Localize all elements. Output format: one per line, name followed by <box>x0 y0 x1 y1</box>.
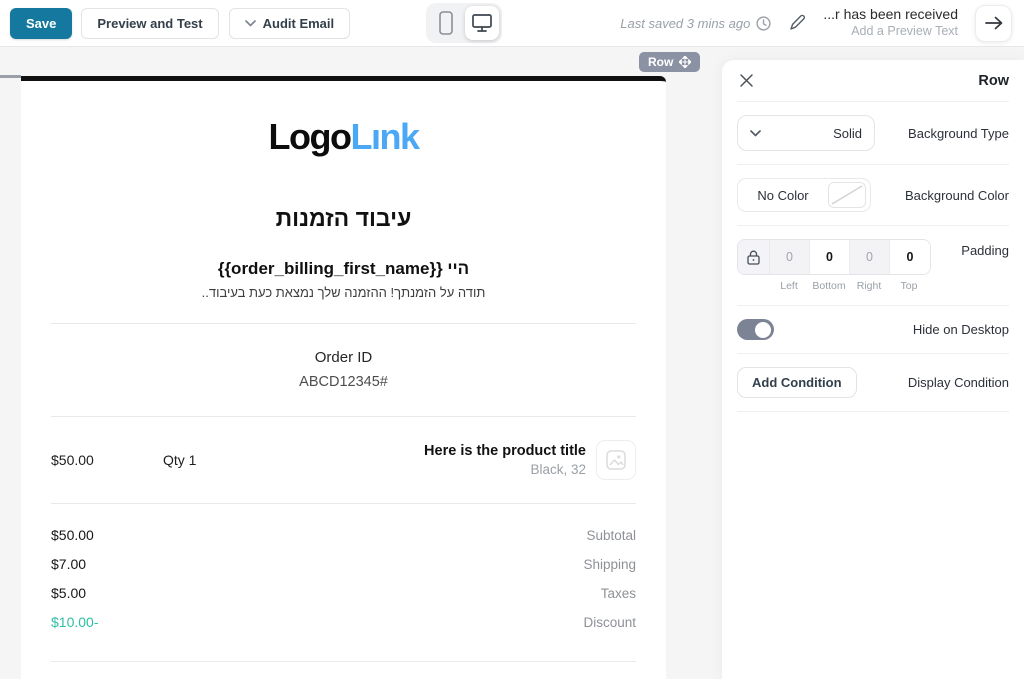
phone-icon <box>439 11 453 35</box>
padding-row: 0 0 0 0 Left Bottom Right Top Padding <box>737 226 1009 306</box>
email-greeting: היי {{order_billing_first_name}} <box>21 259 666 279</box>
chevron-down-icon <box>245 20 256 27</box>
last-saved-text: Last saved 3 mins ago <box>620 16 771 31</box>
add-preview-text-link[interactable]: Add a Preview Text <box>823 24 958 40</box>
display-condition-label: Display Condition <box>908 375 1009 390</box>
last-saved-label: Last saved 3 mins ago <box>620 16 750 31</box>
padding-bottom-label: Bottom <box>809 280 849 292</box>
subject-preview-block[interactable]: ...r has been received Add a Preview Tex… <box>823 6 958 39</box>
background-color-label: Background Color <box>905 188 1009 203</box>
panel-title: Row <box>978 73 1009 89</box>
audit-email-button[interactable]: Audit Email <box>229 8 351 39</box>
display-condition-row: Add Condition Display Condition <box>737 354 1009 412</box>
taxes-amount: $5.00 <box>51 585 86 601</box>
pencil-icon <box>788 14 806 32</box>
subtotal-label: Subtotal <box>586 528 636 543</box>
email-intro: תודה על הזמנתך! ההזמנה שלך נמצאת כעת בעי… <box>21 285 666 300</box>
row-badge-label: Row <box>648 55 673 69</box>
padding-left-label: Left <box>769 280 809 292</box>
product-info: Here is the product title Black, 32 <box>424 443 586 477</box>
greeting-variable: {{order_billing_first_name}} <box>218 259 443 278</box>
lock-icon <box>747 250 760 265</box>
product-title: Here is the product title <box>424 443 586 459</box>
totals-row-taxes: $5.00 Taxes <box>51 579 636 608</box>
padding-label: Padding <box>961 239 1009 258</box>
padding-field-labels: Left Bottom Right Top <box>769 280 931 292</box>
discount-label: Discount <box>583 615 636 630</box>
no-color-swatch-icon <box>828 182 866 208</box>
padding-left-input[interactable]: 0 <box>770 240 810 274</box>
background-type-select[interactable]: Solid <box>737 115 875 151</box>
email-builder-app: Save Preview and Test Audit Email Last <box>0 0 1024 679</box>
logo-text-black: Logo <box>269 116 351 157</box>
audit-email-label: Audit Email <box>263 16 335 31</box>
save-button[interactable]: Save <box>10 8 72 39</box>
background-type-value: Solid <box>833 126 862 141</box>
padding-link-button[interactable] <box>738 240 770 274</box>
padding-top-input[interactable]: 0 <box>890 240 930 274</box>
desktop-preview-button[interactable] <box>465 6 499 40</box>
product-price: $50.00 <box>51 452 163 468</box>
totals-row-shipping: $7.00 Shipping <box>51 550 636 579</box>
order-id-block: Order ID ABCD12345# <box>21 324 666 416</box>
close-panel-button[interactable] <box>737 71 756 90</box>
next-button[interactable] <box>975 5 1012 42</box>
preview-and-test-button[interactable]: Preview and Test <box>81 8 218 39</box>
hide-on-desktop-row: Hide on Desktop <box>737 306 1009 354</box>
discount-amount: $10.00- <box>51 614 98 630</box>
email-preview-canvas[interactable]: LogoLınk עיבוד הזמנות היי {{order_billin… <box>21 76 666 679</box>
order-id-value: ABCD12345# <box>21 374 666 390</box>
grand-total-row: $52.00 Total <box>21 662 666 679</box>
padding-input-group: 0 0 0 0 <box>737 239 931 275</box>
shipping-amount: $7.00 <box>51 556 86 572</box>
image-placeholder-icon <box>606 450 626 470</box>
toolbar-right-group: Last saved 3 mins ago ...r has been rece… <box>620 5 1014 42</box>
totals-row-subtotal: $50.00 Subtotal <box>51 521 636 550</box>
background-type-row: Solid Background Type <box>737 102 1009 165</box>
row-border-stub <box>0 75 21 78</box>
arrow-right-icon <box>985 16 1003 30</box>
greeting-hebrew: היי <box>447 259 469 278</box>
padding-controls: 0 0 0 0 Left Bottom Right Top <box>737 239 931 292</box>
product-image-placeholder <box>596 440 636 480</box>
shipping-label: Shipping <box>583 557 636 572</box>
close-icon <box>739 73 754 88</box>
order-id-label: Order ID <box>21 349 666 366</box>
email-heading: עיבוד הזמנות <box>21 205 666 232</box>
toolbar: Save Preview and Test Audit Email Last <box>0 0 1024 47</box>
padding-bottom-input[interactable]: 0 <box>810 240 850 274</box>
clock-icon <box>756 16 771 31</box>
taxes-label: Taxes <box>601 586 636 601</box>
background-color-value: No Color <box>738 188 828 203</box>
row-drag-badge[interactable]: Row <box>639 52 700 72</box>
panel-header: Row <box>737 60 1009 102</box>
logo-text-blue: Lınk <box>350 116 418 157</box>
mobile-preview-button[interactable] <box>429 6 463 40</box>
move-icon <box>679 56 691 68</box>
subject-preview-text: ...r has been received <box>823 6 958 24</box>
chevron-down-icon <box>750 130 761 137</box>
add-condition-button[interactable]: Add Condition <box>737 367 857 398</box>
device-preview-toggle <box>426 3 502 43</box>
padding-right-label: Right <box>849 280 889 292</box>
monitor-icon <box>472 14 492 32</box>
toggle-knob <box>755 322 771 338</box>
product-variant: Black, 32 <box>424 462 586 477</box>
subtotal-amount: $50.00 <box>51 527 94 543</box>
padding-right-input[interactable]: 0 <box>850 240 890 274</box>
edit-subject-button[interactable] <box>788 14 806 32</box>
hide-on-desktop-label: Hide on Desktop <box>913 322 1009 337</box>
logo: LogoLınk <box>21 81 666 157</box>
background-color-row: No Color Background Color <box>737 165 1009 226</box>
product-row: $50.00 Qty 1 Here is the product title B… <box>21 417 666 503</box>
padding-top-label: Top <box>889 280 929 292</box>
totals-row-discount: $10.00- Discount <box>51 608 636 637</box>
totals-section: $50.00 Subtotal $7.00 Shipping $5.00 Tax… <box>21 504 666 647</box>
background-type-label: Background Type <box>908 126 1009 141</box>
hide-on-desktop-toggle[interactable] <box>737 319 774 340</box>
background-color-picker[interactable]: No Color <box>737 178 871 212</box>
row-settings-panel: Row Solid Background Type No Color Backg… <box>722 60 1024 679</box>
product-qty: Qty 1 <box>163 452 273 468</box>
